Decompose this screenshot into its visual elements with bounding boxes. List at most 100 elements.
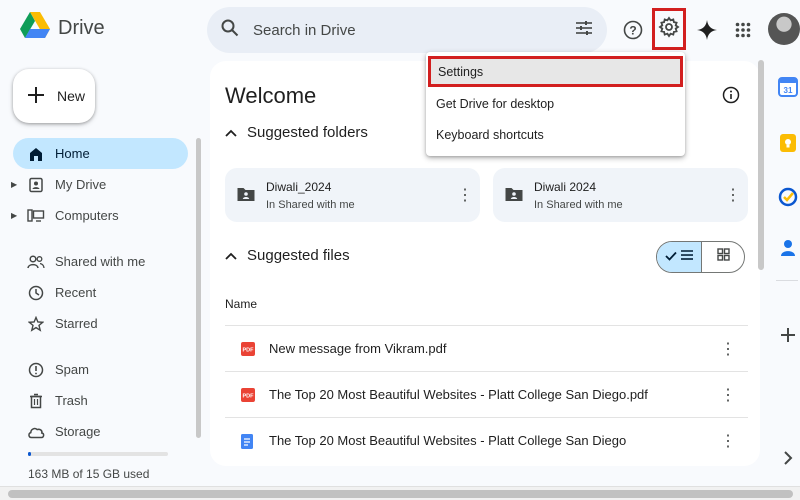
horizontal-scrollbar[interactable] — [0, 486, 800, 500]
more-options-icon[interactable]: ⋮ — [718, 385, 738, 405]
sidebar-item-shared-with-me[interactable]: Shared with me — [13, 246, 188, 277]
svg-text:PDF: PDF — [243, 347, 255, 353]
clock-icon — [27, 284, 45, 302]
file-name: The Top 20 Most Beautiful Websites - Pla… — [269, 433, 627, 448]
google-doc-icon — [241, 433, 255, 449]
sidebar-item-starred[interactable]: Starred — [13, 308, 188, 339]
file-name: New message from Vikram.pdf — [269, 341, 447, 356]
suggested-folders-toggle[interactable]: Suggested folders — [225, 124, 368, 141]
sidebar-scrollbar[interactable] — [196, 138, 201, 438]
shared-icon — [27, 253, 45, 271]
list-icon — [680, 248, 694, 266]
sidebar-item-label: Starred — [55, 316, 98, 331]
menu-item-keyboard-shortcuts[interactable]: Keyboard shortcuts — [426, 119, 685, 150]
app-name: Drive — [58, 16, 105, 39]
sidebar-item-spam[interactable]: Spam — [13, 354, 188, 385]
sidebar-item-label: My Drive — [55, 177, 107, 192]
storage-bar-fill — [28, 452, 31, 456]
list-view-button[interactable] — [657, 242, 702, 272]
info-icon[interactable] — [722, 86, 740, 109]
help-icon[interactable]: ? — [617, 14, 649, 46]
tasks-icon[interactable] — [778, 187, 798, 207]
search-options-icon[interactable] — [575, 20, 593, 41]
svg-text:PDF: PDF — [243, 393, 255, 399]
search-icon[interactable] — [221, 19, 239, 42]
sidebar-item-computers[interactable]: ▶ Computers — [11, 200, 188, 231]
storage-usage-text: 163 MB of 15 GB used — [28, 467, 150, 481]
sidebar-item-home[interactable]: Home — [13, 138, 188, 169]
sidebar-item-label: Shared with me — [55, 254, 146, 269]
checkmark-icon — [664, 248, 677, 266]
view-toggle[interactable] — [656, 241, 745, 273]
home-icon — [27, 145, 45, 163]
svg-text:?: ? — [629, 24, 636, 38]
more-options-icon[interactable]: ⋮ — [723, 185, 743, 205]
sidebar-item-label: Trash — [55, 393, 88, 408]
file-row[interactable]: PDF New message from Vikram.pdf ⋮ — [225, 325, 748, 371]
avatar[interactable] — [768, 13, 800, 45]
folder-card[interactable]: Diwali_2024 In Shared with me ⋮ — [225, 168, 480, 222]
folder-location: In Shared with me — [266, 199, 355, 211]
contacts-icon[interactable] — [778, 238, 798, 258]
storage-bar — [28, 452, 168, 456]
scrollbar-thumb[interactable] — [8, 490, 793, 498]
page-title: Welcome — [225, 83, 317, 108]
settings-button[interactable] — [652, 8, 686, 50]
suggested-folders-heading: Suggested folders — [247, 124, 368, 141]
sidebar-item-label: Recent — [55, 285, 97, 300]
file-row[interactable]: The Top 20 Most Beautiful Websites - Pla… — [225, 417, 748, 463]
computers-icon — [27, 207, 45, 225]
sidebar-item-my-drive[interactable]: ▶ My Drive — [11, 169, 188, 200]
chevron-up-icon — [225, 124, 237, 141]
expand-caret-icon[interactable]: ▶ — [11, 211, 17, 220]
trash-icon — [27, 392, 45, 410]
sidebar-item-storage[interactable]: Storage — [13, 416, 188, 447]
folder-card[interactable]: Diwali 2024 In Shared with me ⋮ — [493, 168, 748, 222]
sidebar-item-label: Storage — [55, 424, 101, 439]
new-button[interactable]: New — [13, 69, 95, 123]
main-scrollbar[interactable] — [758, 60, 764, 270]
sidebar-item-label: Computers — [55, 208, 119, 223]
expand-caret-icon[interactable]: ▶ — [11, 180, 17, 189]
more-options-icon[interactable]: ⋮ — [455, 185, 475, 205]
spam-icon — [27, 361, 45, 379]
rail-divider — [776, 280, 798, 281]
shared-folder-icon — [237, 186, 255, 207]
grid-view-button[interactable] — [702, 242, 744, 272]
suggested-files-heading: Suggested files — [247, 247, 350, 264]
gear-icon — [658, 15, 680, 43]
sidebar-item-label: Spam — [55, 362, 89, 377]
apps-grid-icon[interactable] — [727, 14, 759, 46]
more-options-icon[interactable]: ⋮ — [718, 431, 738, 451]
folder-location: In Shared with me — [534, 199, 623, 211]
shared-folder-icon — [505, 186, 523, 207]
sidebar-item-recent[interactable]: Recent — [13, 277, 188, 308]
menu-item-get-drive-for-desktop[interactable]: Get Drive for desktop — [426, 88, 685, 119]
name-column-header[interactable]: Name — [225, 297, 257, 311]
chevron-right-icon[interactable] — [778, 448, 798, 468]
gemini-sparkle-icon[interactable] — [691, 14, 723, 46]
more-options-icon[interactable]: ⋮ — [718, 339, 738, 359]
new-button-label: New — [57, 88, 86, 104]
sidebar-item-trash[interactable]: Trash — [13, 385, 188, 416]
calendar-icon[interactable]: 31 — [778, 77, 798, 97]
settings-menu: Settings Get Drive for desktop Keyboard … — [426, 52, 685, 156]
suggested-files-toggle[interactable]: Suggested files — [225, 247, 350, 264]
pdf-file-icon: PDF — [241, 387, 255, 402]
chevron-up-icon — [225, 247, 237, 264]
grid-icon — [716, 248, 730, 266]
menu-item-settings[interactable]: Settings — [428, 56, 683, 87]
svg-text:31: 31 — [784, 86, 793, 95]
drive-logo[interactable]: Drive — [20, 12, 105, 44]
file-name: The Top 20 Most Beautiful Websites - Pla… — [269, 387, 648, 402]
keep-icon[interactable] — [778, 133, 798, 153]
star-icon — [27, 315, 45, 333]
sidebar-item-label: Home — [55, 146, 90, 161]
add-addon-icon[interactable] — [778, 325, 798, 345]
drive-logo-icon — [20, 12, 50, 44]
search-input[interactable]: Search in Drive — [253, 22, 575, 39]
my-drive-icon — [27, 176, 45, 194]
file-row[interactable]: PDF The Top 20 Most Beautiful Websites -… — [225, 371, 748, 417]
folder-name: Diwali_2024 — [266, 180, 332, 194]
search-bar[interactable]: Search in Drive — [207, 7, 607, 53]
